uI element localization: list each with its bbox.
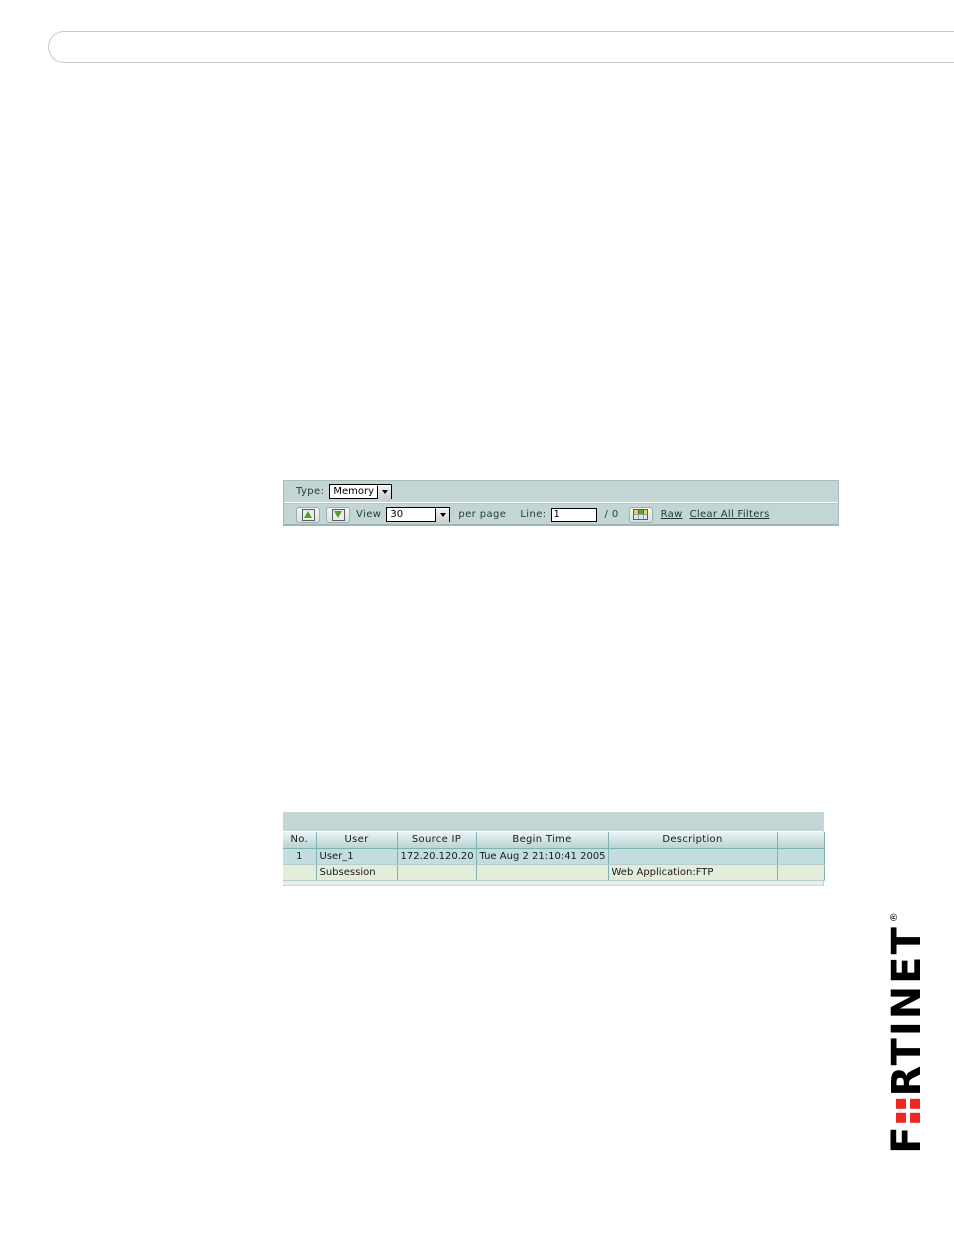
cell-no <box>283 864 317 881</box>
cell-actions <box>777 848 825 865</box>
arrow-down-icon <box>331 508 345 521</box>
table-row[interactable]: 1 User_1 172.20.120.20 Tue Aug 2 21:10:4… <box>283 848 825 865</box>
column-settings-button[interactable] <box>628 506 653 523</box>
clear-all-filters-link[interactable]: Clear All Filters <box>690 509 770 520</box>
fortinet-logo: F RTINET ® <box>877 912 937 1154</box>
session-table-titlebar <box>283 812 823 832</box>
line-total-label: / 0 <box>604 509 619 520</box>
table-row[interactable]: Subsession Web Application:FTP <box>283 864 825 881</box>
page-header-bar <box>48 31 954 63</box>
session-table-panel: No. User Source IP Begin Time Descriptio… <box>283 812 825 886</box>
type-label: Type: <box>296 486 325 497</box>
column-header-no[interactable]: No. <box>283 832 317 849</box>
registered-trademark-icon: ® <box>889 911 900 922</box>
cell-description: Web Application:FTP <box>608 864 778 881</box>
cell-source-ip <box>397 864 477 881</box>
logo-wordmark: F RTINET <box>884 924 930 1154</box>
raw-link[interactable]: Raw <box>661 509 683 520</box>
logo-letter-f: F <box>884 1123 930 1154</box>
cell-actions <box>777 864 825 881</box>
grid-columns-icon <box>633 509 649 520</box>
column-header-user[interactable]: User <box>316 832 398 849</box>
per-page-select[interactable]: 30 <box>386 507 451 522</box>
column-header-source-ip[interactable]: Source IP <box>397 832 477 849</box>
column-header-actions[interactable] <box>777 832 825 849</box>
line-label: Line: <box>520 509 547 520</box>
table-header-row: No. User Source IP Begin Time Descriptio… <box>283 832 825 849</box>
page-title <box>49 32 954 39</box>
log-type-select[interactable]: Memory <box>329 484 393 499</box>
log-type-select-value: Memory <box>333 486 375 497</box>
toolbar-controls-row: View 30 per page Line: / 0 Raw Clear All… <box>284 503 838 525</box>
logo-o-mark <box>896 1097 920 1122</box>
scroll-down-button[interactable] <box>326 506 350 523</box>
toolbar-type-row: Type: Memory <box>284 481 838 503</box>
cell-user: User_1 <box>316 848 398 865</box>
per-page-select-value: 30 <box>390 509 404 520</box>
arrow-up-icon <box>301 508 315 521</box>
line-number-input[interactable] <box>550 507 597 522</box>
cell-begin-time <box>476 864 609 881</box>
cell-user: Subsession <box>316 864 398 881</box>
view-label: View <box>356 509 382 520</box>
cell-source-ip: 172.20.120.20 <box>397 848 477 865</box>
per-page-label: per page <box>458 509 507 520</box>
cell-description <box>608 848 778 865</box>
cell-no: 1 <box>283 848 317 865</box>
column-header-begin-time[interactable]: Begin Time <box>476 832 609 849</box>
cell-begin-time: Tue Aug 2 21:10:41 2005 <box>476 848 609 865</box>
column-header-description[interactable]: Description <box>608 832 778 849</box>
chevron-down-icon <box>377 484 392 499</box>
logo-letters-rtinet: RTINET <box>884 924 930 1096</box>
session-table: No. User Source IP Begin Time Descriptio… <box>283 832 825 881</box>
scroll-up-button[interactable] <box>296 506 320 523</box>
chevron-down-icon <box>435 507 450 522</box>
log-viewer-toolbar-panel: Type: Memory View 30 per page Line: / 0 <box>283 480 839 526</box>
